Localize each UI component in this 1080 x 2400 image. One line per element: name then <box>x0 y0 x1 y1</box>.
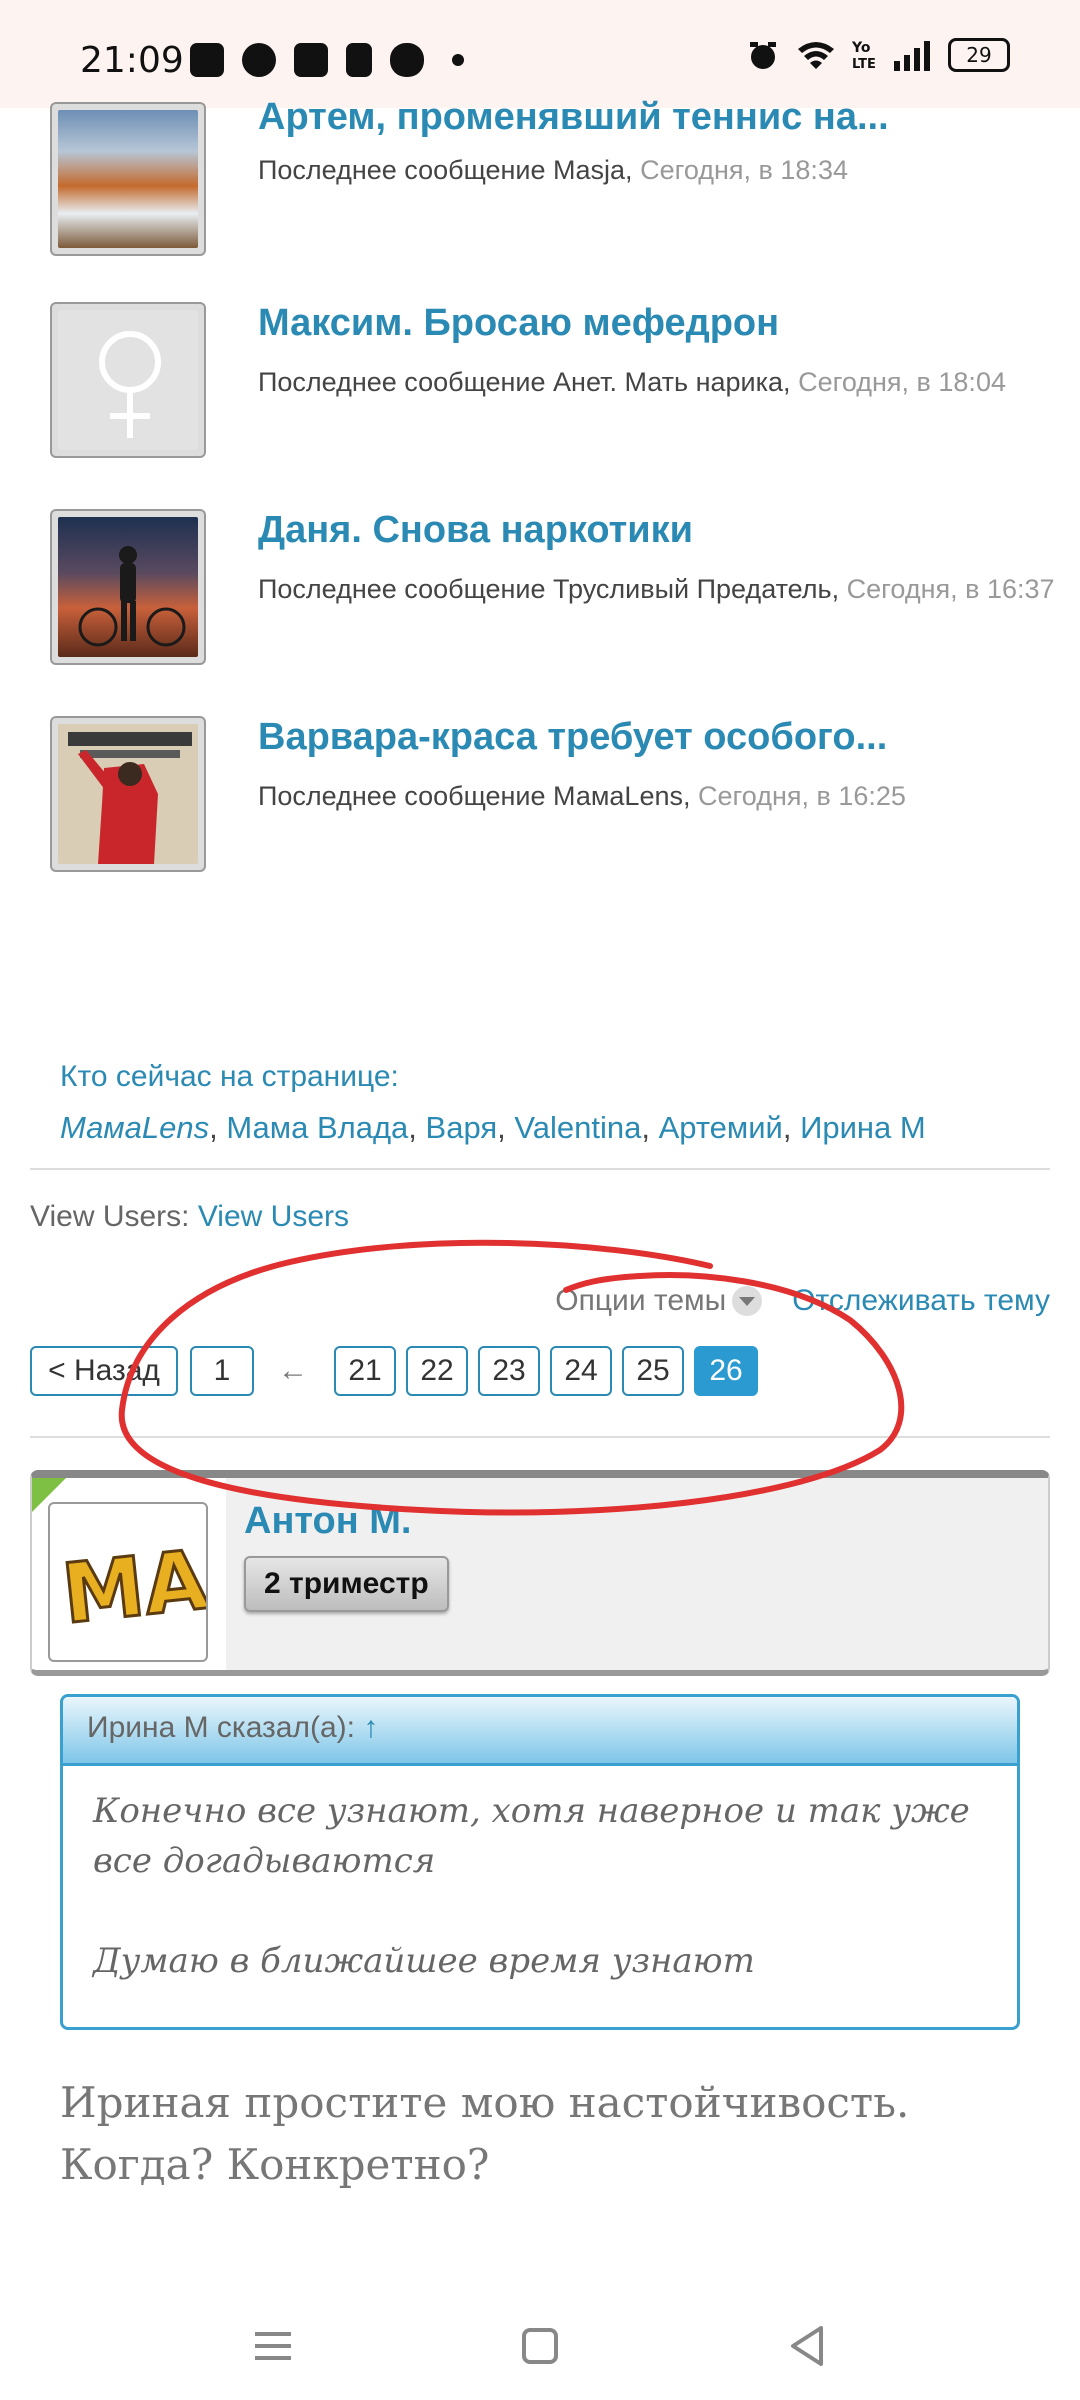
divider <box>30 1168 1050 1170</box>
topic-date: Сегодня, в 18:04 <box>798 367 1006 397</box>
avatar-area: МА <box>32 1478 226 1670</box>
system-nav-bar <box>0 2290 1080 2400</box>
wifi-icon <box>798 42 834 69</box>
online-user-link[interactable]: МамаLens <box>60 1110 209 1145</box>
topic-title[interactable]: Даня. Снова наркотики <box>258 509 693 552</box>
poster-image <box>68 732 192 864</box>
cyclist-silhouette <box>78 546 186 647</box>
topic-title[interactable]: Максим. Бросаю мефедрон <box>258 302 779 345</box>
avatar-image: МА <box>57 1531 206 1644</box>
online-heading: Кто сейчас на странице: <box>60 1060 399 1093</box>
system-icons: Yo LTE 29 <box>746 38 1010 72</box>
post-author-link[interactable]: Антон М. <box>244 1500 411 1543</box>
topic-item[interactable]: Артем, променявший теннис на... Последне… <box>50 96 1060 256</box>
back-icon[interactable] <box>777 2316 837 2376</box>
online-user-link[interactable]: Артемий <box>659 1110 783 1145</box>
page-link[interactable]: 24 <box>550 1346 612 1396</box>
topic-date: Сегодня, в 18:34 <box>640 155 848 185</box>
view-users-row: View Users: View Users <box>30 1200 349 1234</box>
view-users-link[interactable]: View Users <box>198 1200 349 1233</box>
divider <box>30 1436 1050 1438</box>
page-link-first[interactable]: 1 <box>190 1346 254 1396</box>
topic-thumbnail[interactable] <box>50 509 206 665</box>
thread-options-menu[interactable]: Опции темы <box>555 1284 763 1318</box>
quote-block: Ирина М сказал(а): ↑ Конечно все узнают,… <box>60 1694 1020 2030</box>
volte-icon: Yo LTE <box>852 40 876 72</box>
svg-text:LTE: LTE <box>852 57 876 72</box>
quote-line: Думаю в ближайшее время узнают <box>93 1941 755 1981</box>
dot-icon <box>452 54 464 66</box>
post-message: Ириная простите мою настойчивость. Когда… <box>60 2078 910 2189</box>
home-icon[interactable] <box>510 2316 570 2376</box>
view-users-label: View Users: <box>30 1200 190 1233</box>
signal-icon <box>894 41 930 71</box>
quote-line: Конечно все узнают, хотя наверное и так … <box>93 1791 970 1881</box>
menu-icon[interactable] <box>243 2316 303 2376</box>
topic-date: Сегодня, в 16:25 <box>698 781 906 811</box>
topic-meta: Последнее сообщение Анет. Мать нарика, С… <box>258 358 1080 407</box>
svg-text:МА: МА <box>58 1533 206 1643</box>
topic-meta: Последнее сообщение Трусливый Предатель,… <box>258 565 1080 614</box>
mail-icon <box>294 43 328 77</box>
watch-thread-link[interactable]: Отслеживать тему <box>792 1284 1050 1318</box>
shield-icon <box>190 43 224 77</box>
cloud-icon <box>390 43 424 77</box>
female-symbol-icon <box>99 331 161 438</box>
dropdown-arrow-icon[interactable] <box>732 1286 763 1316</box>
online-user-link[interactable]: Варя <box>426 1110 498 1145</box>
status-time: 21:09 <box>80 40 184 81</box>
quote-header: Ирина М сказал(а): ↑ <box>63 1697 1017 1766</box>
topic-item[interactable]: Максим. Бросаю мефедрон Последнее сообще… <box>50 302 1060 467</box>
quote-author: Ирина М сказал(а): <box>87 1711 355 1744</box>
svg-text:Yo: Yo <box>852 40 871 56</box>
topic-last-post: Последнее сообщение Анет. Мать нарика, <box>258 367 791 397</box>
topic-meta: Последнее сообщение МамаLens, Сегодня, в… <box>258 772 1080 821</box>
current-page: 26 <box>694 1346 758 1396</box>
topic-last-post: Последнее сообщение Трусливый Предатель, <box>258 574 840 604</box>
battery-icon: 29 <box>948 38 1010 72</box>
topic-date: Сегодня, в 16:37 <box>846 574 1055 604</box>
topic-thumbnail[interactable] <box>50 716 206 872</box>
online-users-list: МамаLens, Мама Влада, Варя, Valentina, А… <box>60 1110 926 1145</box>
topic-thumbnail[interactable] <box>50 302 206 458</box>
thread-tools: Опции темы Отслеживать тему <box>555 1284 1050 1318</box>
topic-item[interactable]: Варвара-краса требует особого... Последн… <box>50 716 1060 881</box>
ok-icon <box>346 43 372 77</box>
alarm-icon <box>750 42 776 69</box>
online-user-link[interactable]: Мама Влада <box>226 1110 408 1145</box>
topic-meta: Последнее сообщение Masja, Сегодня, в 18… <box>258 146 1080 195</box>
left-arrow-icon: ← <box>278 1354 308 1387</box>
prev-page-button[interactable]: < Назад <box>30 1346 178 1396</box>
online-user-link[interactable]: Ирина М <box>800 1110 926 1145</box>
status-bar: 21:09 Yo LTE 29 <box>0 0 1080 108</box>
post-header: МА Антон М. 2 триместр <box>30 1470 1050 1676</box>
app-icon <box>242 43 276 77</box>
page-link[interactable]: 21 <box>334 1346 396 1396</box>
page-link[interactable]: 25 <box>622 1346 684 1396</box>
topic-thumbnail[interactable] <box>50 102 206 256</box>
avatar[interactable]: МА <box>48 1502 208 1662</box>
topic-title[interactable]: Варвара-краса требует особого... <box>258 716 887 759</box>
quote-body: Конечно все узнают, хотя наверное и так … <box>63 1766 1017 2006</box>
topic-title[interactable]: Артем, променявший теннис на... <box>258 96 889 139</box>
page-link[interactable]: 22 <box>406 1346 468 1396</box>
quote-source-link[interactable]: ↑ <box>363 1711 378 1744</box>
user-rank-badge: 2 триместр <box>244 1556 449 1612</box>
notification-icons <box>190 40 464 80</box>
topic-item[interactable]: Даня. Снова наркотики Последнее сообщени… <box>50 509 1060 674</box>
topic-last-post: Последнее сообщение МамаLens, <box>258 781 691 811</box>
thread-options-label[interactable]: Опции темы <box>555 1284 726 1318</box>
online-user-link[interactable]: Valentina <box>514 1110 641 1145</box>
page-link[interactable]: 23 <box>478 1346 540 1396</box>
topic-last-post: Последнее сообщение Masja, <box>258 155 633 185</box>
